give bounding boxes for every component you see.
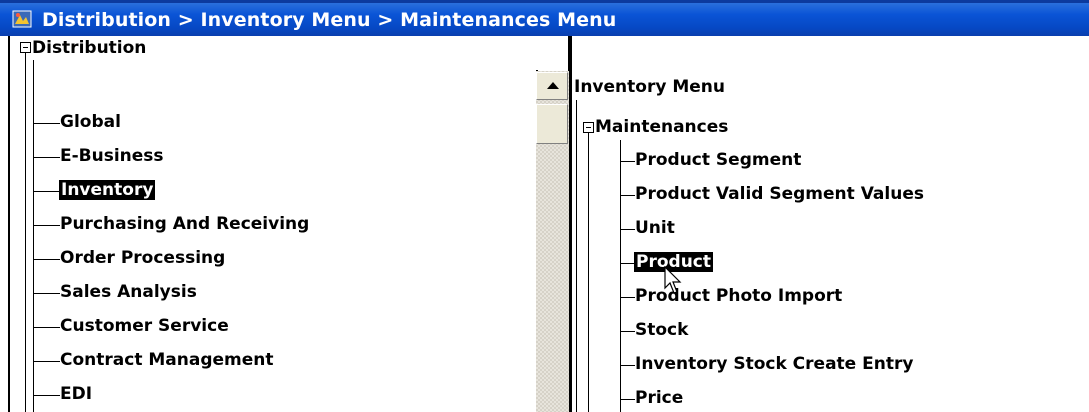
tree-item-order-processing[interactable]: Order Processing (60, 248, 225, 268)
window-title: Distribution > Inventory Menu > Maintena… (42, 9, 617, 31)
tree-item-customer-service[interactable]: Customer Service (60, 316, 229, 336)
tree-item-unit[interactable]: Unit (635, 218, 675, 238)
chevron-up-icon (547, 82, 559, 89)
tree-branch-line (621, 195, 635, 196)
tree-branch-line (621, 365, 635, 366)
title-bar: Distribution > Inventory Menu > Maintena… (0, 0, 1089, 36)
app-icon (12, 10, 32, 28)
tree-branch-line (34, 123, 60, 124)
tree-item-sales-analysis[interactable]: Sales Analysis (60, 282, 197, 302)
tree-branch-line (621, 161, 635, 162)
tree-item-edi[interactable]: EDI (60, 384, 92, 404)
tree-branch-line (621, 229, 635, 230)
collapse-icon[interactable] (20, 42, 31, 53)
collapse-icon[interactable] (583, 122, 594, 133)
tree-item-product-segment[interactable]: Product Segment (635, 150, 801, 170)
tree-item-purchasing-and-receiving[interactable]: Purchasing And Receiving (60, 214, 309, 234)
tree-branch-line (34, 157, 60, 158)
tree-branch-line (621, 399, 635, 400)
tree-item-inventory[interactable]: Inventory (59, 180, 156, 200)
scroll-thumb[interactable] (536, 104, 568, 144)
tree-branch-line (34, 395, 60, 396)
tree-root-maintenances[interactable]: Maintenances (595, 117, 728, 137)
tree-connector-line (588, 133, 589, 412)
scroll-up-button[interactable] (536, 72, 568, 100)
right-header (570, 36, 1089, 72)
tree-item-inventory-stock-create-entry[interactable]: Inventory Stock Create Entry (635, 354, 913, 374)
tree-item-contract-management[interactable]: Contract Management (60, 350, 274, 370)
tree-item-stock[interactable]: Stock (635, 320, 688, 340)
tree-connector-line (620, 140, 621, 412)
tree-item-e-business[interactable]: E-Business (60, 146, 164, 166)
tree-connector-line (576, 100, 577, 412)
tree-branch-line (621, 263, 635, 264)
tree-branch-line (34, 327, 60, 328)
right-pane-header: Inventory Menu (574, 77, 725, 97)
tree-item-price[interactable]: Price (635, 388, 683, 408)
tree-connector-line (25, 53, 26, 412)
tree-branch-line (34, 225, 60, 226)
tree-branch-line (621, 331, 635, 332)
tree-item-global[interactable]: Global (60, 112, 121, 132)
tree-item-product-valid-segment-values[interactable]: Product Valid Segment Values (635, 184, 924, 204)
tree-branch-line (34, 259, 60, 260)
tree-connector-line (33, 60, 34, 412)
tree-branch-line (621, 297, 635, 298)
tree-branch-line (34, 293, 60, 294)
tree-branch-line (34, 361, 60, 362)
tree-branch-line (34, 191, 60, 192)
tree-root-distribution[interactable]: Distribution (32, 38, 146, 58)
mouse-cursor-icon (664, 266, 682, 294)
